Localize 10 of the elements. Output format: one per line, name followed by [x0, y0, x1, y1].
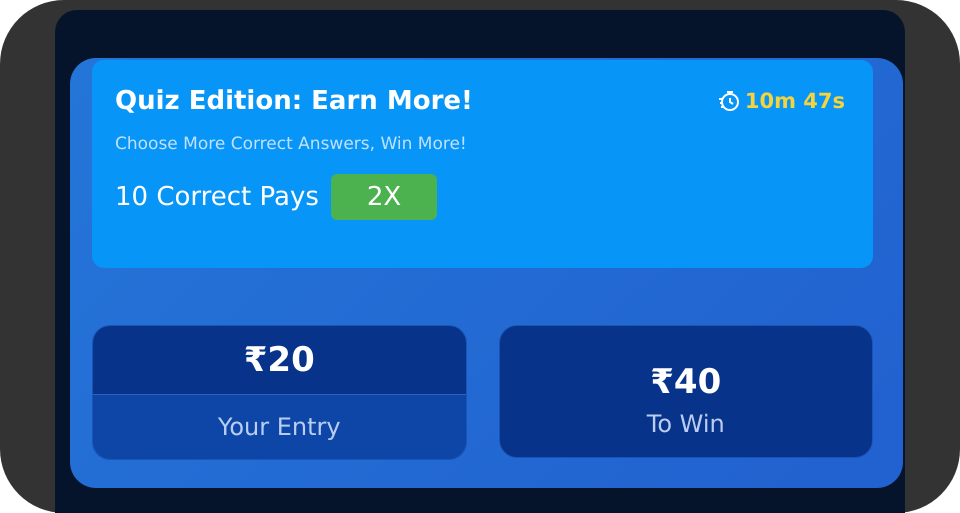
prize-label: To Win [646, 410, 725, 438]
entry-label: Your Entry [93, 395, 466, 459]
countdown-timer: 10m 47s [744, 89, 845, 113]
entry-amount-field[interactable]: ₹20 [93, 326, 466, 395]
promo-subtitle: Choose More Correct Answers, Win More! [115, 134, 468, 154]
stopwatch-icon [716, 89, 741, 113]
promo-title: Quiz Edition: Earn More! [115, 86, 473, 116]
multiplier-badge: 2X [330, 174, 438, 220]
prize-amount: ₹40 [650, 362, 722, 402]
payout-label: 10 Correct Pays [115, 182, 319, 212]
